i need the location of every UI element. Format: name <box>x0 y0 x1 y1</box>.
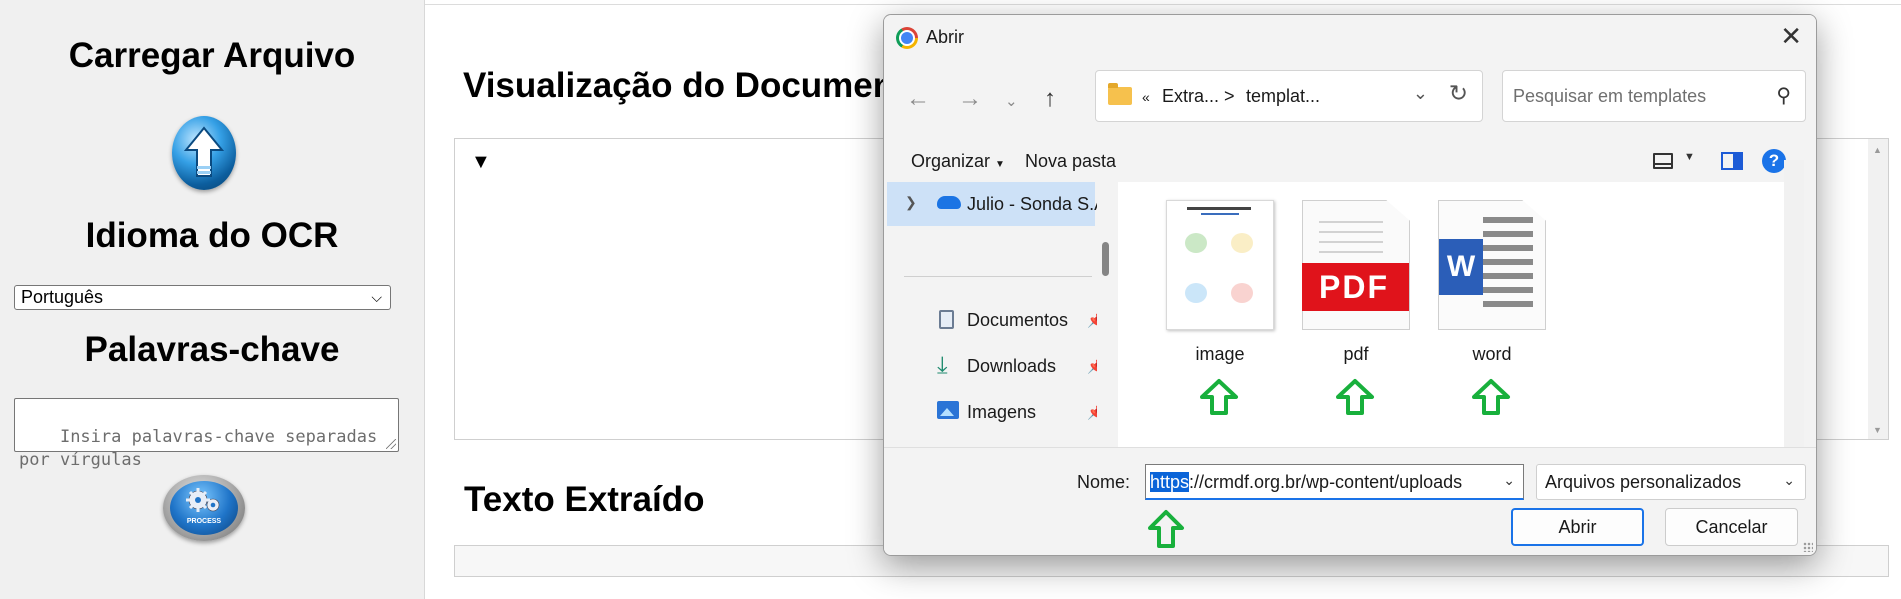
nav-item-onedrive[interactable]: ❯ Julio - Sonda S.A <box>887 184 1106 224</box>
top-divider <box>425 4 1901 5</box>
preview-scrollbar[interactable]: ▲ ▼ <box>1868 139 1888 439</box>
keywords-heading: Palavras-chave <box>84 330 340 369</box>
file-name-text: ://crmdf.org.br/wp-content/uploads <box>1189 472 1463 492</box>
chrome-icon <box>896 27 918 49</box>
forward-arrow-icon[interactable]: → <box>958 85 982 113</box>
recent-locations-chevron-icon[interactable]: ⌄ <box>1005 92 1018 110</box>
search-placeholder: Pesquisar em templates <box>1513 86 1707 106</box>
nav-item-label: Documentos <box>967 310 1069 330</box>
nav-item-label: Imagens <box>967 402 1037 422</box>
file-list-scrollbar[interactable] <box>1784 160 1804 447</box>
close-icon[interactable]: ✕ <box>1780 21 1802 52</box>
sidebar: Carregar Arquivo Idioma do OCR Português… <box>0 0 425 599</box>
file-item-image[interactable]: image <box>1150 182 1290 415</box>
file-list: image PDF pdf W word <box>1118 160 1804 447</box>
image-thumbnail <box>1166 200 1274 330</box>
breadcrumb-extra[interactable]: Extra... <box>1162 86 1219 107</box>
ocr-language-value: Português <box>21 287 104 307</box>
search-icon: ⚲ <box>1776 85 1791 107</box>
chevron-down-icon: ⌵ <box>371 289 382 305</box>
refresh-icon[interactable]: ↻ <box>1449 80 1468 107</box>
preview-pane-icon[interactable] <box>1721 152 1743 170</box>
chevron-right-icon[interactable]: ❯ <box>905 194 917 211</box>
cancel-button[interactable]: Cancelar <box>1665 508 1798 546</box>
pdf-icon: PDF <box>1302 200 1410 330</box>
nav-item-imagens[interactable]: Imagens <box>887 392 1095 432</box>
file-name-label: Nome: <box>1077 472 1131 492</box>
new-folder-button[interactable]: Nova pasta <box>1025 151 1116 172</box>
up-arrow-icon[interactable]: ↑ <box>1044 85 1056 113</box>
upload-heading: Carregar Arquivo <box>68 36 356 75</box>
process-button[interactable]: PROCESS <box>163 475 245 541</box>
extracted-text-heading: Texto Extraído <box>464 480 705 519</box>
organize-menu[interactable]: Organizar ▼ <box>911 151 1005 172</box>
address-bar[interactable]: « Extra... > templat... ⌄ ↻ <box>1095 70 1483 122</box>
nav-item-documentos[interactable]: Documentos <box>887 300 1095 340</box>
folder-icon <box>1108 83 1132 105</box>
view-mode-icon[interactable] <box>1653 153 1673 169</box>
file-type-select[interactable]: Arquivos personalizados ⌄ <box>1536 464 1806 500</box>
file-item-pdf[interactable]: PDF pdf <box>1286 182 1426 415</box>
file-name-input[interactable]: https://crmdf.org.br/wp-content/uploads … <box>1145 464 1524 500</box>
back-arrow-icon[interactable]: ← <box>906 85 930 113</box>
keywords-textarea[interactable]: Insira palavras-chave separadas por vírg… <box>14 398 399 470</box>
open-button[interactable]: Abrir <box>1511 508 1644 546</box>
resize-grip-icon[interactable] <box>1803 542 1813 552</box>
green-up-arrow-icon <box>1148 510 1184 548</box>
nav-item-label: Julio - Sonda S.A <box>967 194 1107 214</box>
caret-down-icon[interactable]: ▼ <box>1684 151 1695 163</box>
dialog-titlebar: Abrir ✕ <box>884 15 1816 59</box>
file-name-selected-text: https <box>1150 472 1190 492</box>
breadcrumb-overflow[interactable]: « <box>1142 89 1150 105</box>
green-up-arrow-icon <box>1200 379 1238 415</box>
chevron-down-icon: ⌄ <box>1783 472 1795 488</box>
keywords-placeholder: Insira palavras-chave separadas por vírg… <box>19 427 378 470</box>
file-item-word[interactable]: W word <box>1422 182 1562 415</box>
scroll-down-icon[interactable]: ▼ <box>1873 425 1882 435</box>
breadcrumb-templates[interactable]: templat... <box>1246 86 1320 107</box>
preview-heading: Visualização do Documento <box>463 66 928 105</box>
nav-item-label: Downloads <box>967 356 1057 376</box>
scroll-up-icon[interactable]: ▲ <box>1873 145 1882 155</box>
nav-divider <box>904 276 1092 277</box>
onedrive-cloud-icon <box>937 196 961 209</box>
breadcrumb-separator: > <box>1224 86 1235 106</box>
nav-pane-scrollbar[interactable] <box>1097 182 1114 447</box>
nav-item-downloads[interactable]: Downloads <box>887 346 1095 386</box>
preview-toggle[interactable]: ▼ <box>471 151 491 174</box>
scrollbar-thumb[interactable] <box>1102 242 1109 276</box>
file-name: pdf <box>1343 344 1369 364</box>
organize-label: Organizar <box>911 151 991 171</box>
green-up-arrow-icon <box>1472 379 1510 415</box>
gears-icon: PROCESS <box>170 481 238 535</box>
process-button-label: PROCESS <box>186 518 222 525</box>
dialog-title: Abrir <box>926 27 965 47</box>
open-file-dialog: Abrir ✕ ← → ⌄ ↑ « Extra... > templat... … <box>883 14 1817 556</box>
file-type-value: Arquivos personalizados <box>1545 472 1742 492</box>
help-icon[interactable]: ? <box>1762 149 1786 173</box>
caret-down-icon: ▼ <box>995 159 1005 170</box>
resize-handle-icon[interactable] <box>386 439 396 449</box>
chevron-down-icon[interactable]: ⌄ <box>1503 472 1515 489</box>
file-name: word <box>1472 344 1512 364</box>
file-name: image <box>1195 344 1245 364</box>
search-input[interactable]: Pesquisar em templates ⚲ <box>1502 70 1806 122</box>
upload-icon[interactable] <box>172 116 236 190</box>
ocr-language-heading: Idioma do OCR <box>85 216 339 255</box>
ocr-language-select[interactable]: Português ⌵ <box>14 285 391 310</box>
navigation-pane: ❯ Julio - Sonda S.A Documentos 📌 ⤓ Downl… <box>887 182 1114 447</box>
chevron-down-icon[interactable]: ⌄ <box>1413 83 1428 104</box>
word-icon: W <box>1438 200 1546 330</box>
green-up-arrow-icon <box>1336 379 1374 415</box>
